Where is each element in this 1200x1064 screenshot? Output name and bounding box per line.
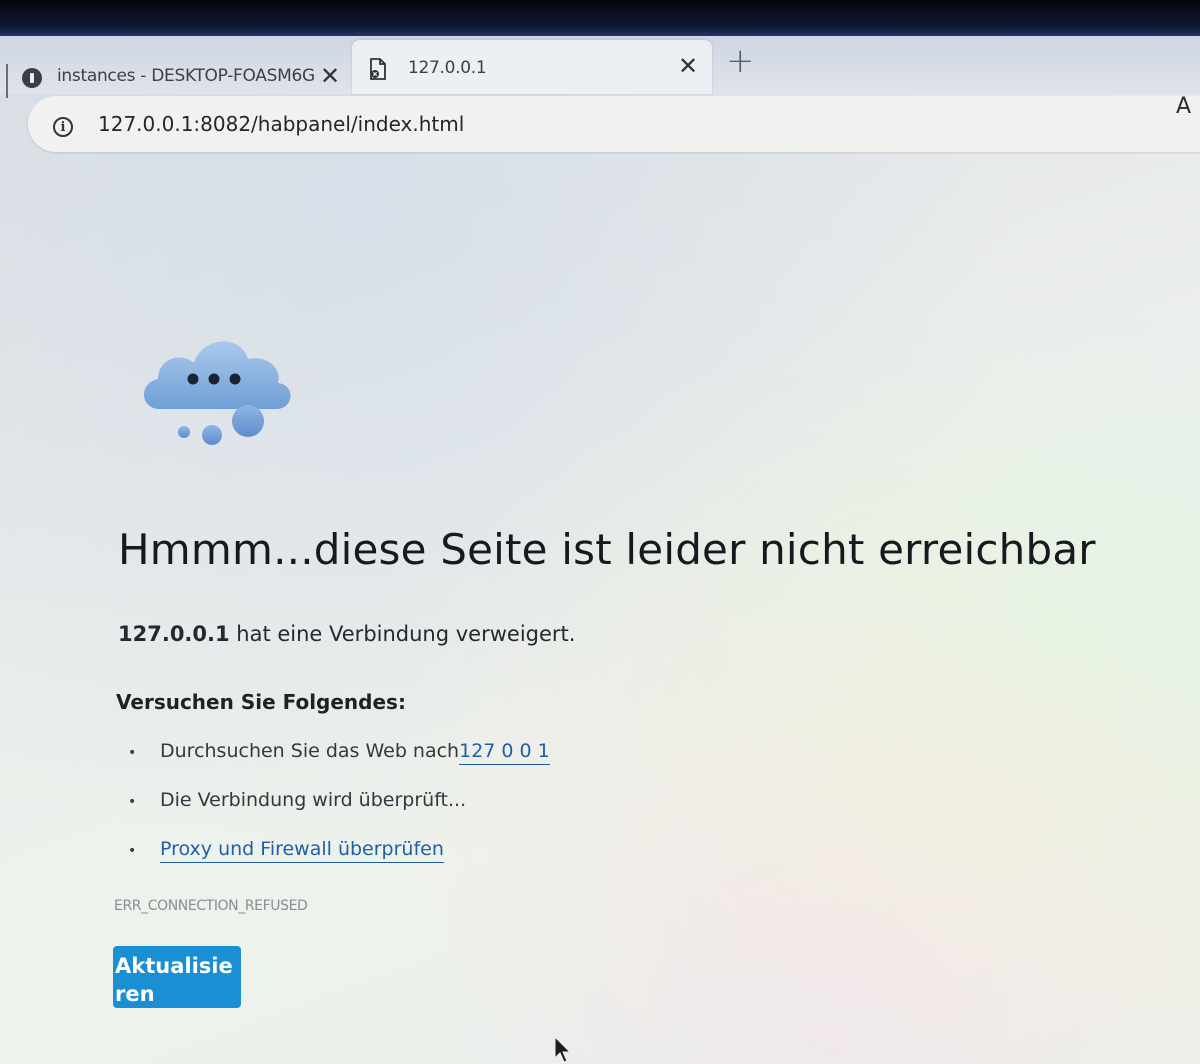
- new-tab-button[interactable]: +: [726, 44, 755, 78]
- tab-localhost-label: 127.0.0.1: [408, 58, 487, 78]
- suggestion-text: Durchsuchen Sie das Web nach: [160, 740, 460, 762]
- page-error-icon: [370, 58, 386, 80]
- error-message-text: hat eine Verbindung verweigert.: [229, 622, 576, 646]
- error-headline: Hmmm...diese Seite ist leider nicht erre…: [118, 525, 1096, 574]
- tab-instances-label: instances - DESKTOP-FOASM6G: [57, 66, 315, 86]
- error-message: 127.0.0.1 hat eine Verbindung verweigert…: [118, 622, 575, 646]
- read-aloud-button[interactable]: A: [1176, 94, 1191, 119]
- tab-localhost-close-icon[interactable]: ✕: [678, 54, 698, 78]
- mouse-cursor-icon: [554, 1036, 572, 1063]
- search-web-link[interactable]: 127 0 0 1: [459, 740, 550, 765]
- site-info-icon[interactable]: i: [53, 117, 73, 137]
- bullet: •: [128, 745, 137, 761]
- refresh-button[interactable]: Aktualisieren: [113, 946, 241, 1008]
- url-text[interactable]: 127.0.0.1:8082/habpanel/index.html: [98, 112, 464, 136]
- tab-instances-close-icon[interactable]: ✕: [320, 64, 340, 88]
- suggestions-heading: Versuchen Sie Folgendes:: [116, 690, 406, 714]
- tab-localhost[interactable]: [352, 40, 712, 94]
- suggestion-item: • Die Verbindung wird überprüft...: [128, 789, 466, 811]
- cloud-thought-icon: [143, 341, 291, 445]
- suggestion-text: Die Verbindung wird überprüft...: [160, 789, 467, 811]
- screen-bezel: [0, 0, 1200, 38]
- error-code: ERR_CONNECTION_REFUSED: [114, 898, 308, 914]
- error-host: 127.0.0.1: [118, 622, 230, 646]
- browser-window: instances - DESKTOP-FOASM6G ✕ 127.0.0.1 …: [0, 0, 1200, 1064]
- suggestion-item: • Proxy und Firewall überprüfen: [128, 838, 444, 863]
- bullet: •: [128, 794, 137, 810]
- tab-favicon-icon: [22, 68, 42, 88]
- proxy-firewall-link[interactable]: Proxy und Firewall überprüfen: [160, 838, 444, 863]
- suggestion-item: • Durchsuchen Sie das Web nach 127 0 0 1: [128, 740, 550, 765]
- bullet: •: [128, 843, 137, 859]
